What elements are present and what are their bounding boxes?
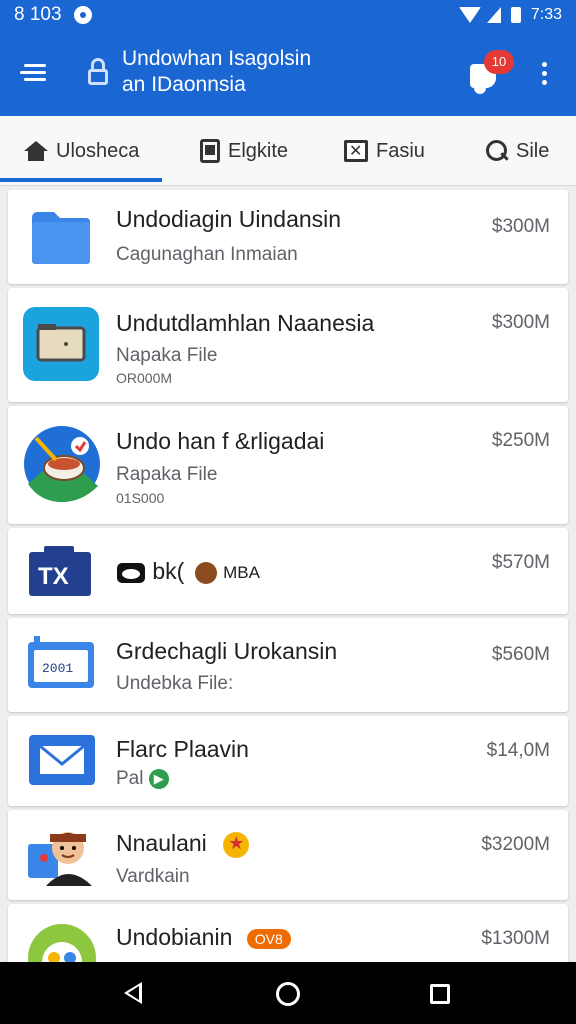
tab-home[interactable]: Ulosheca	[24, 116, 139, 186]
tab-documents[interactable]: Elgkite	[200, 116, 288, 186]
system-nav-bar	[0, 962, 576, 1024]
file-title-row: Undobianin OV8	[116, 924, 291, 951]
file-size: $300M	[491, 216, 550, 237]
tx-icon: TX	[29, 546, 91, 596]
notification-badge: 10	[484, 50, 514, 74]
folder-icon	[32, 212, 90, 264]
list-item[interactable]: Nnaulani Vardkain $3200M	[8, 810, 568, 900]
tab-search[interactable]: Sile	[486, 116, 549, 186]
status-bar: 8 103 7:33	[0, 0, 576, 30]
signal-icon	[486, 7, 501, 23]
status-time: 8 103	[14, 4, 62, 25]
cloud-icon	[117, 562, 145, 583]
file-subtitle: Cagunaghan Inmaian	[116, 244, 298, 265]
file-title-row: Nnaulani	[116, 830, 250, 858]
food-app-icon	[24, 426, 100, 502]
notifications-button[interactable]: 10	[468, 50, 514, 94]
lock-icon	[88, 58, 108, 86]
tab-indicator	[0, 178, 162, 182]
file-title: Nnaulani	[116, 830, 207, 856]
file-title: Undobianin	[116, 924, 233, 950]
file-subtitle-row: Pal ▶	[116, 768, 169, 790]
wifi-icon	[458, 7, 481, 23]
battery-icon	[510, 7, 521, 23]
back-icon[interactable]	[124, 982, 142, 1004]
file-size: $1300M	[481, 928, 550, 949]
menu-icon[interactable]	[20, 60, 48, 84]
image-icon	[344, 140, 368, 162]
tab-bar: Ulosheca Elgkite Fasiu Sile	[0, 116, 576, 186]
file-manager-icon	[23, 307, 99, 381]
file-size: $14,0M	[486, 740, 550, 761]
calendar-icon: 2001	[28, 636, 94, 688]
file-size: $300M	[491, 312, 550, 333]
sync-icon	[73, 6, 92, 24]
mail-icon	[29, 735, 95, 785]
svg-text:TX: TX	[38, 563, 69, 590]
avatar-icon	[28, 832, 92, 886]
list-item[interactable]: 2001 Grdechagli Urokansin Undebka File: …	[8, 618, 568, 712]
list-item[interactable]: Flarc Plaavin Pal ▶ $14,0M	[8, 716, 568, 806]
file-title: Undodiagin Uindansin	[116, 206, 342, 232]
star-badge-icon	[223, 831, 250, 858]
file-title: bk(	[152, 558, 185, 584]
file-meta: 01S000	[116, 490, 165, 506]
list-item[interactable]: Undodiagin Uindansin Cagunaghan Inmaian …	[8, 190, 568, 284]
file-title-row: bk( MBA	[116, 558, 260, 585]
tab-label: Sile	[516, 139, 550, 162]
play-badge-icon: ▶	[148, 768, 169, 789]
status-clock: 7:33	[530, 6, 562, 23]
tab-label: Fasiu	[376, 139, 425, 162]
document-icon	[200, 139, 220, 163]
file-subtitle: Vardkain	[116, 866, 190, 887]
list-item[interactable]: TX bk( MBA $570M	[8, 528, 568, 614]
file-size: $3200M	[481, 834, 550, 855]
file-title: Undutdlamhlan Naanesia	[116, 310, 375, 336]
file-size: $250M	[491, 430, 550, 451]
app-bar: Undowhan Isagolsin an IDaonnsia 10	[0, 30, 576, 116]
tab-label: Elgkite	[228, 139, 289, 162]
file-subtitle: Napaka File	[116, 345, 218, 366]
search-icon	[486, 140, 508, 162]
file-title: Grdechagli Urokansin	[116, 638, 338, 664]
file-subtitle: Rapaka File	[116, 464, 218, 485]
file-title: Flarc Plaavin	[116, 736, 249, 762]
tab-label: Ulosheca	[56, 139, 140, 162]
file-meta: OR000M	[116, 370, 173, 386]
file-tag: MBA	[223, 562, 260, 582]
file-tag: OV8	[246, 928, 291, 949]
home-button-icon[interactable]	[276, 982, 300, 1006]
list-item[interactable]: Undutdlamhlan Naanesia Napaka File OR000…	[8, 288, 568, 402]
tab-images[interactable]: Fasiu	[344, 116, 425, 186]
file-title: Undo han f &rligadai	[116, 428, 325, 454]
svg-text:2001: 2001	[42, 661, 73, 676]
home-icon	[24, 141, 48, 161]
file-size: $570M	[491, 552, 550, 573]
tag-icon	[194, 561, 217, 584]
app-title: Undowhan Isagolsin an IDaonnsia	[122, 47, 312, 96]
file-size: $560M	[491, 644, 550, 665]
file-subtitle: Pal	[116, 768, 144, 789]
file-subtitle: Undebka File:	[116, 673, 234, 694]
more-options-icon[interactable]	[538, 60, 552, 88]
recent-apps-icon[interactable]	[430, 984, 450, 1004]
list-item[interactable]: Undo han f &rligadai Rapaka File 01S000 …	[8, 406, 568, 524]
